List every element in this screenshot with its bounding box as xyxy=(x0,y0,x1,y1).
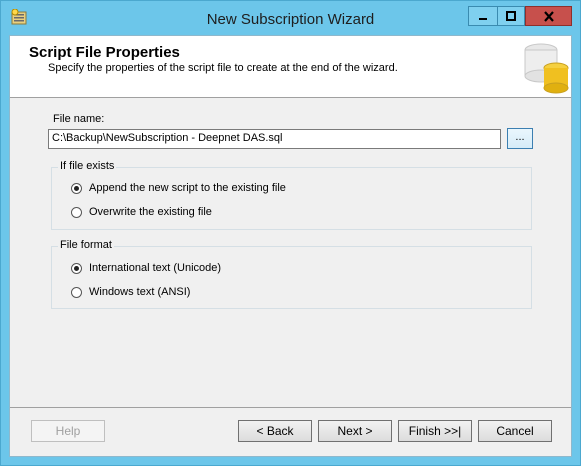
overwrite-radio[interactable]: Overwrite the existing file xyxy=(71,206,212,218)
file-format-legend: File format xyxy=(58,239,114,251)
file-format-group: File format International text (Unicode)… xyxy=(51,239,532,309)
wizard-window: New Subscription Wizard Script File Prop… xyxy=(0,0,581,466)
browse-button[interactable]: ... xyxy=(507,128,533,149)
help-button[interactable]: Help xyxy=(31,420,105,442)
wizard-header: Script File Properties Specify the prope… xyxy=(10,36,571,98)
append-radio-label: Append the new script to the existing fi… xyxy=(89,182,286,194)
maximize-icon xyxy=(506,11,516,21)
back-button[interactable]: < Back xyxy=(238,420,312,442)
footer-divider xyxy=(10,407,571,408)
file-name-label: File name: xyxy=(53,113,105,125)
if-file-exists-legend: If file exists xyxy=(58,160,117,172)
overwrite-radio-label: Overwrite the existing file xyxy=(89,206,212,218)
minimize-button[interactable] xyxy=(468,6,498,26)
wizard-body: Script File Properties Specify the prope… xyxy=(9,35,572,457)
if-file-exists-group: If file exists Append the new script to … xyxy=(51,160,532,230)
ansi-radio-label: Windows text (ANSI) xyxy=(89,286,191,298)
ansi-radio[interactable]: Windows text (ANSI) xyxy=(71,286,190,298)
finish-button[interactable]: Finish >>| xyxy=(398,420,472,442)
radio-selected-icon xyxy=(71,182,82,194)
maximize-button[interactable] xyxy=(498,6,525,26)
page-title: Script File Properties xyxy=(29,44,180,61)
radio-unselected-icon xyxy=(71,206,82,218)
close-button[interactable] xyxy=(525,6,572,26)
radio-unselected-icon xyxy=(71,286,82,298)
append-radio[interactable]: Append the new script to the existing fi… xyxy=(71,182,286,194)
next-button[interactable]: Next > xyxy=(318,420,392,442)
file-name-input[interactable]: C:\Backup\NewSubscription - Deepnet DAS.… xyxy=(48,129,501,149)
minimize-icon xyxy=(479,18,487,20)
radio-selected-icon xyxy=(71,262,82,274)
title-bar[interactable]: New Subscription Wizard xyxy=(1,1,580,35)
page-subtitle: Specify the properties of the script fil… xyxy=(48,62,398,74)
unicode-radio[interactable]: International text (Unicode) xyxy=(71,262,221,274)
database-icon xyxy=(511,38,569,96)
close-icon xyxy=(543,10,554,22)
unicode-radio-label: International text (Unicode) xyxy=(89,262,222,274)
cancel-button[interactable]: Cancel xyxy=(478,420,552,442)
